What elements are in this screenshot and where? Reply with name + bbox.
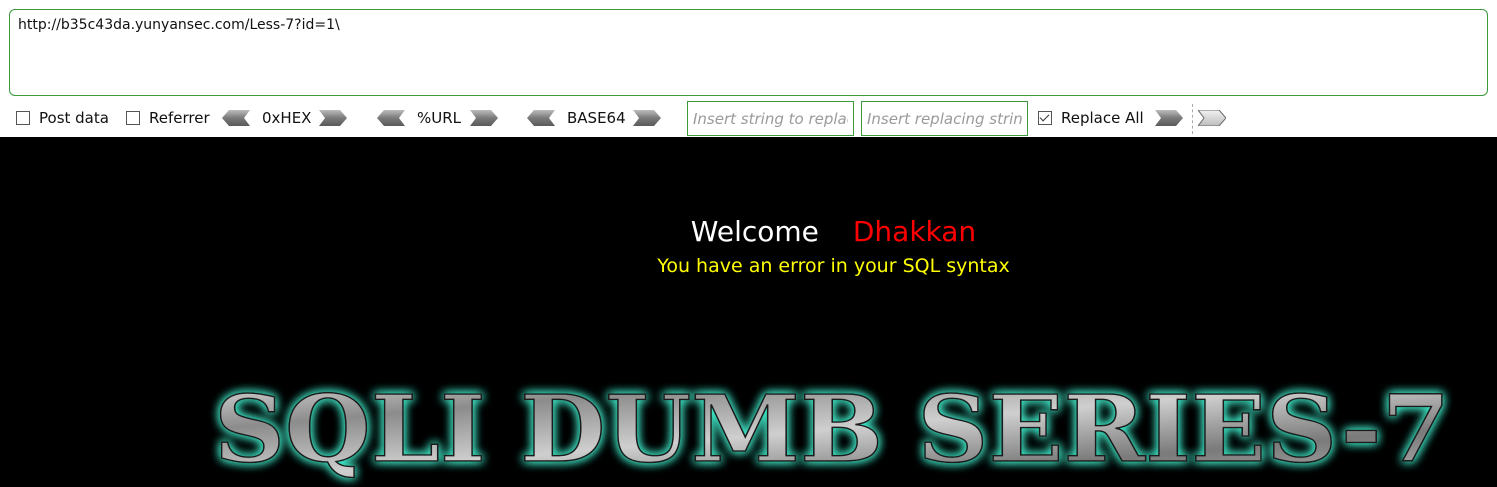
replace-all-toggle[interactable]: Replace All: [1038, 100, 1144, 136]
browser-viewport: http://b35c43da.yunyansec.com/Less-7?id=…: [0, 0, 1497, 487]
replace-all-label: Replace All: [1061, 109, 1144, 127]
url-textarea[interactable]: http://b35c43da.yunyansec.com/Less-7?id=…: [9, 9, 1488, 96]
replace-all-checkbox[interactable]: [1038, 111, 1052, 125]
toolbar-separator: [1192, 104, 1193, 134]
post-data-checkbox[interactable]: [16, 111, 30, 125]
hex-encode-arrow-icon[interactable]: [319, 110, 347, 126]
banner-text: SQLI DUMB SERIES-7: [214, 375, 1450, 483]
replace-with-input[interactable]: [861, 101, 1028, 136]
url-text: http://b35c43da.yunyansec.com/Less-7?id=…: [18, 17, 340, 33]
base64-encode-arrow-icon[interactable]: [633, 110, 661, 126]
url-encode-arrow-icon[interactable]: [470, 110, 498, 126]
url-label: %URL: [417, 109, 462, 127]
post-data-label: Post data: [39, 109, 109, 127]
replace-find-input[interactable]: [687, 101, 854, 136]
replace-run-arrow-icon[interactable]: [1155, 110, 1183, 126]
referrer-label: Referrer: [149, 109, 210, 127]
execute-arrow-icon[interactable]: [1198, 110, 1226, 126]
welcome-line: Welcome Dhakkan: [0, 213, 1497, 251]
page-content: Welcome Dhakkan You have an error in your…: [0, 137, 1497, 487]
user-name: Dhakkan: [852, 215, 977, 248]
hex-decode-arrow-icon[interactable]: [222, 110, 250, 126]
referrer-toggle[interactable]: Referrer: [126, 100, 210, 136]
post-data-toggle[interactable]: Post data: [16, 100, 109, 136]
sql-error-message: You have an error in your SQL syntax: [657, 255, 1010, 277]
hackbar-panel: http://b35c43da.yunyansec.com/Less-7?id=…: [0, 0, 1497, 138]
url-decode-arrow-icon[interactable]: [377, 110, 405, 126]
hex-label: 0xHEX: [262, 109, 312, 127]
sqli-dumb-series-banner: SQLI DUMB SERIES-7: [213, 374, 1451, 484]
welcome-text: Welcome: [690, 215, 819, 248]
referrer-checkbox[interactable]: [126, 111, 140, 125]
hackbar-toolbar: Post data Referrer 0xHEX %URL BASE64 Ins…: [0, 100, 1497, 136]
base64-decode-arrow-icon[interactable]: [527, 110, 555, 126]
base64-label: BASE64: [567, 109, 626, 127]
